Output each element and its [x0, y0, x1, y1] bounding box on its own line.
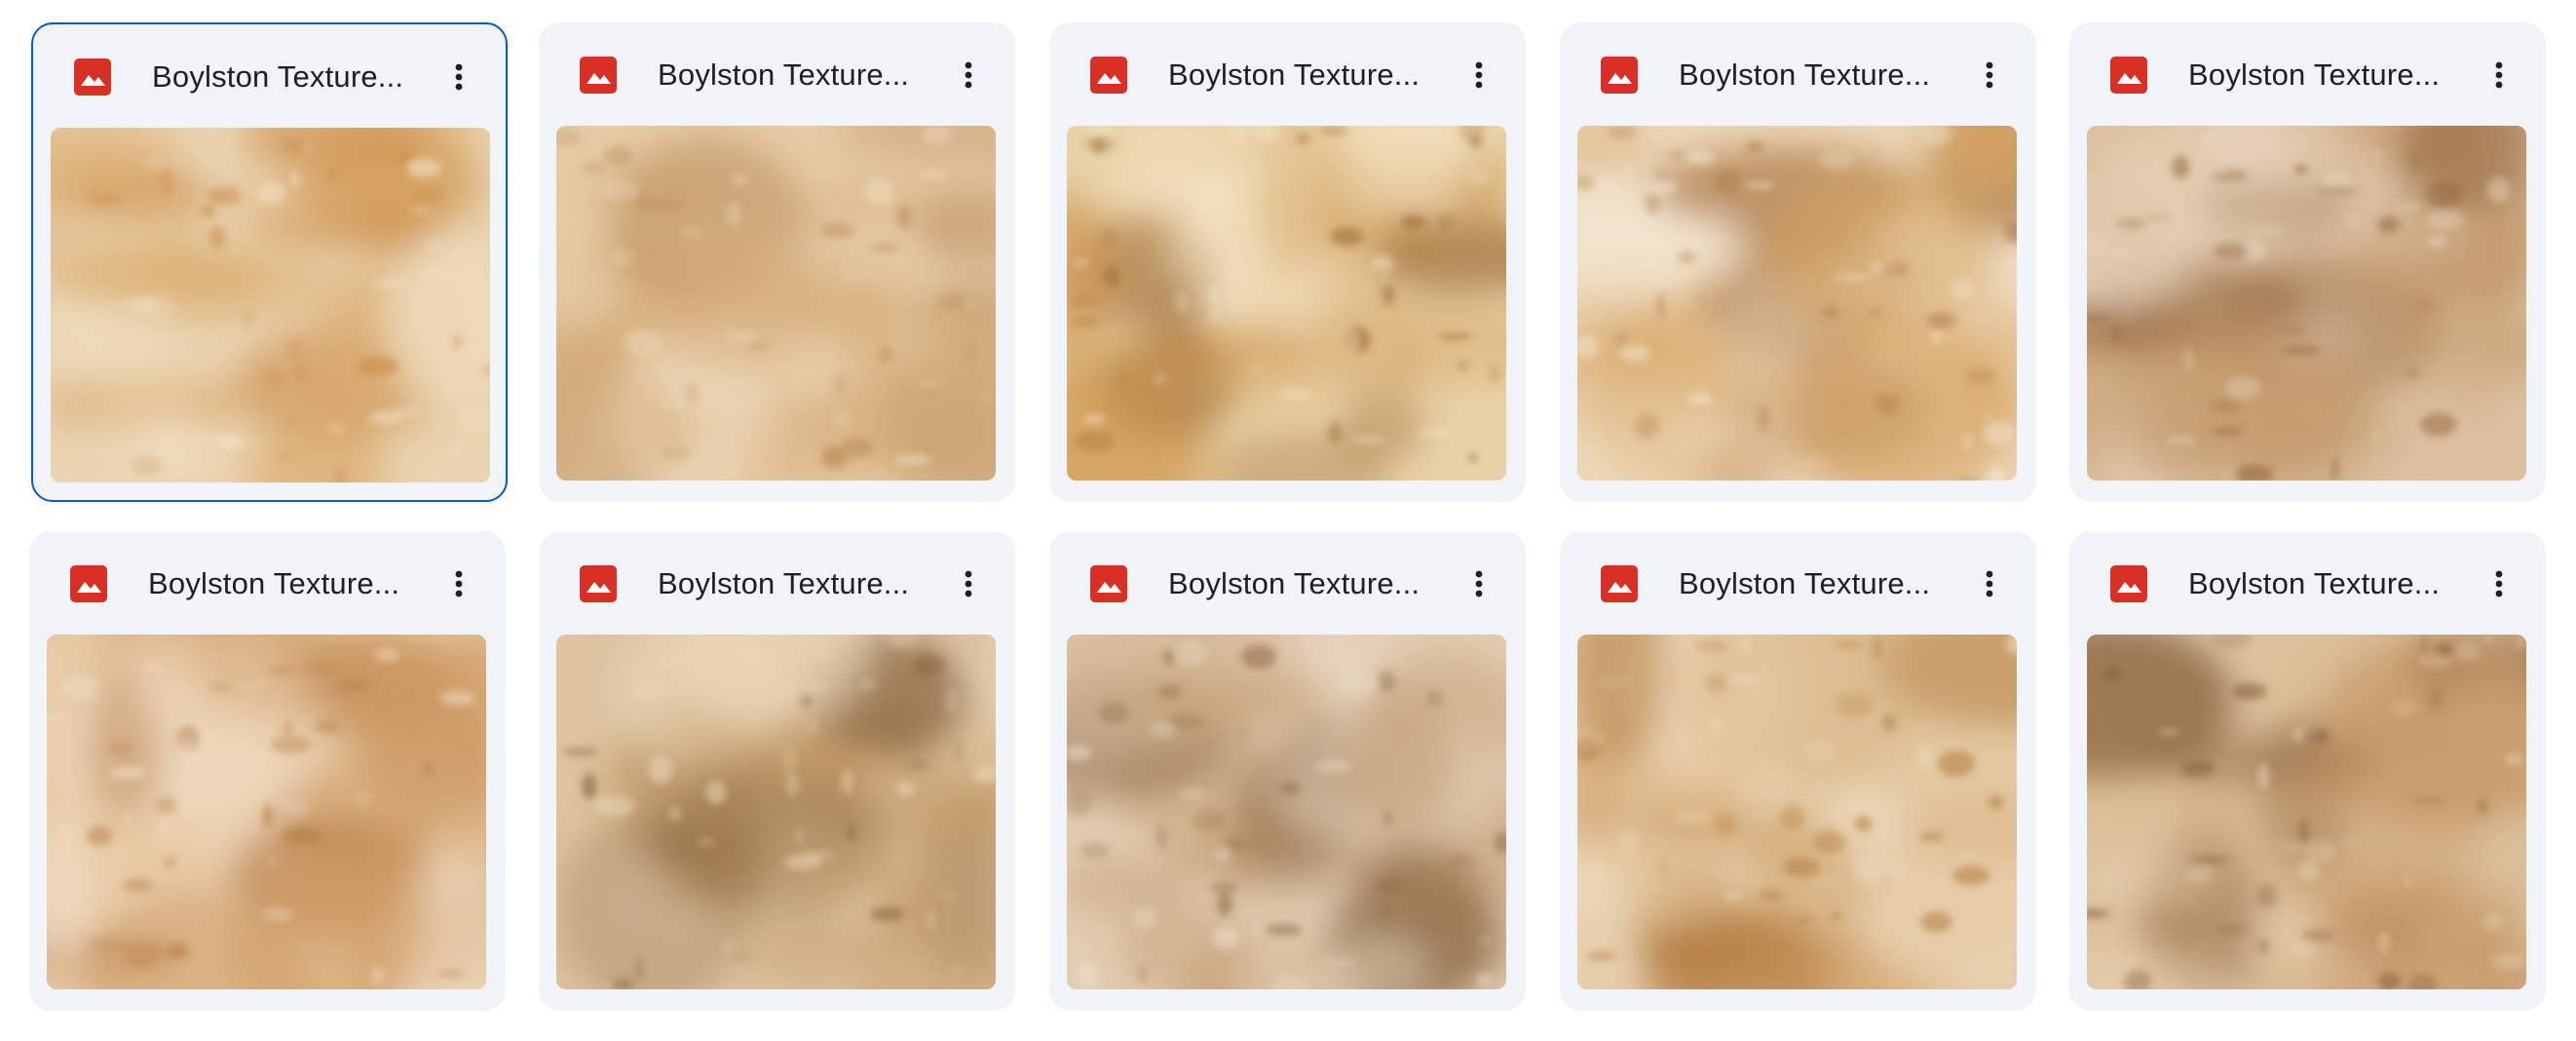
file-name: Boylston Texture...: [1168, 58, 1421, 92]
file-grid: Boylston Texture... Boylston Texture... …: [0, 0, 2576, 1041]
image-file-icon: [74, 58, 111, 96]
image-file-icon: [580, 565, 617, 602]
more-options-button[interactable]: [437, 56, 480, 98]
file-name: Boylston Texture...: [2188, 566, 2441, 600]
file-card-header: Boylston Texture...: [1560, 22, 2036, 120]
file-card[interactable]: Boylston Texture...: [1049, 22, 1526, 502]
file-thumbnail[interactable]: [1067, 126, 1506, 481]
image-file-icon: [1601, 565, 1638, 602]
image-file-icon: [70, 565, 107, 602]
more-vert-icon: [1986, 570, 1993, 598]
more-options-button[interactable]: [1968, 54, 2011, 96]
file-card[interactable]: Boylston Texture...: [539, 22, 1015, 502]
image-file-icon: [1601, 57, 1638, 94]
file-card-header: Boylston Texture...: [1560, 531, 2036, 629]
more-options-button[interactable]: [1458, 562, 1500, 605]
file-thumbnail[interactable]: [556, 635, 996, 989]
image-file-icon: [2110, 565, 2147, 602]
file-thumbnail[interactable]: [2087, 635, 2526, 989]
more-options-button[interactable]: [437, 562, 480, 605]
file-card-header: Boylston Texture...: [539, 22, 1015, 120]
file-card[interactable]: Boylston Texture...: [1560, 22, 2036, 502]
file-card[interactable]: Boylston Texture...: [31, 22, 508, 502]
file-card-header: Boylston Texture...: [33, 24, 506, 122]
file-card[interactable]: Boylston Texture...: [2069, 531, 2546, 1011]
more-vert-icon: [1986, 61, 1993, 89]
file-card-header: Boylston Texture...: [29, 531, 506, 629]
more-vert-icon: [2495, 61, 2503, 89]
file-card-header: Boylston Texture...: [2069, 531, 2546, 629]
file-card-header: Boylston Texture...: [1049, 22, 1526, 120]
file-card[interactable]: Boylston Texture...: [1049, 531, 1526, 1011]
file-name: Boylston Texture...: [658, 566, 910, 600]
file-thumbnail[interactable]: [2087, 126, 2526, 481]
file-card[interactable]: Boylston Texture...: [2069, 22, 2546, 502]
more-vert-icon: [1475, 61, 1483, 89]
file-name: Boylston Texture...: [152, 59, 404, 94]
file-card[interactable]: Boylston Texture...: [29, 531, 506, 1011]
file-card[interactable]: Boylston Texture...: [539, 531, 1015, 1011]
more-options-button[interactable]: [947, 562, 990, 605]
more-vert-icon: [965, 61, 972, 89]
file-card-header: Boylston Texture...: [539, 531, 1015, 629]
more-vert-icon: [2495, 570, 2503, 598]
file-name: Boylston Texture...: [658, 58, 910, 92]
image-file-icon: [1090, 57, 1127, 94]
file-thumbnail[interactable]: [556, 126, 996, 481]
file-thumbnail[interactable]: [1577, 635, 2017, 989]
more-options-button[interactable]: [2478, 562, 2520, 605]
file-name: Boylston Texture...: [1679, 566, 1931, 600]
more-vert-icon: [965, 570, 972, 598]
file-name: Boylston Texture...: [1679, 58, 1931, 92]
file-name: Boylston Texture...: [2188, 58, 2441, 92]
more-vert-icon: [1475, 570, 1483, 598]
file-thumbnail[interactable]: [1067, 635, 1506, 989]
image-file-icon: [1090, 565, 1127, 602]
more-vert-icon: [455, 570, 463, 598]
file-thumbnail[interactable]: [1577, 126, 2017, 481]
file-name: Boylston Texture...: [1168, 566, 1421, 600]
more-options-button[interactable]: [1968, 562, 2011, 605]
file-card[interactable]: Boylston Texture...: [1560, 531, 2036, 1011]
image-file-icon: [580, 57, 617, 94]
more-options-button[interactable]: [2478, 54, 2520, 96]
file-thumbnail[interactable]: [47, 635, 486, 989]
file-card-header: Boylston Texture...: [2069, 22, 2546, 120]
file-thumbnail[interactable]: [51, 128, 490, 482]
file-card-header: Boylston Texture...: [1049, 531, 1526, 629]
more-vert-icon: [455, 63, 463, 91]
more-options-button[interactable]: [1458, 54, 1500, 96]
file-name: Boylston Texture...: [148, 566, 400, 600]
image-file-icon: [2110, 57, 2147, 94]
more-options-button[interactable]: [947, 54, 990, 96]
